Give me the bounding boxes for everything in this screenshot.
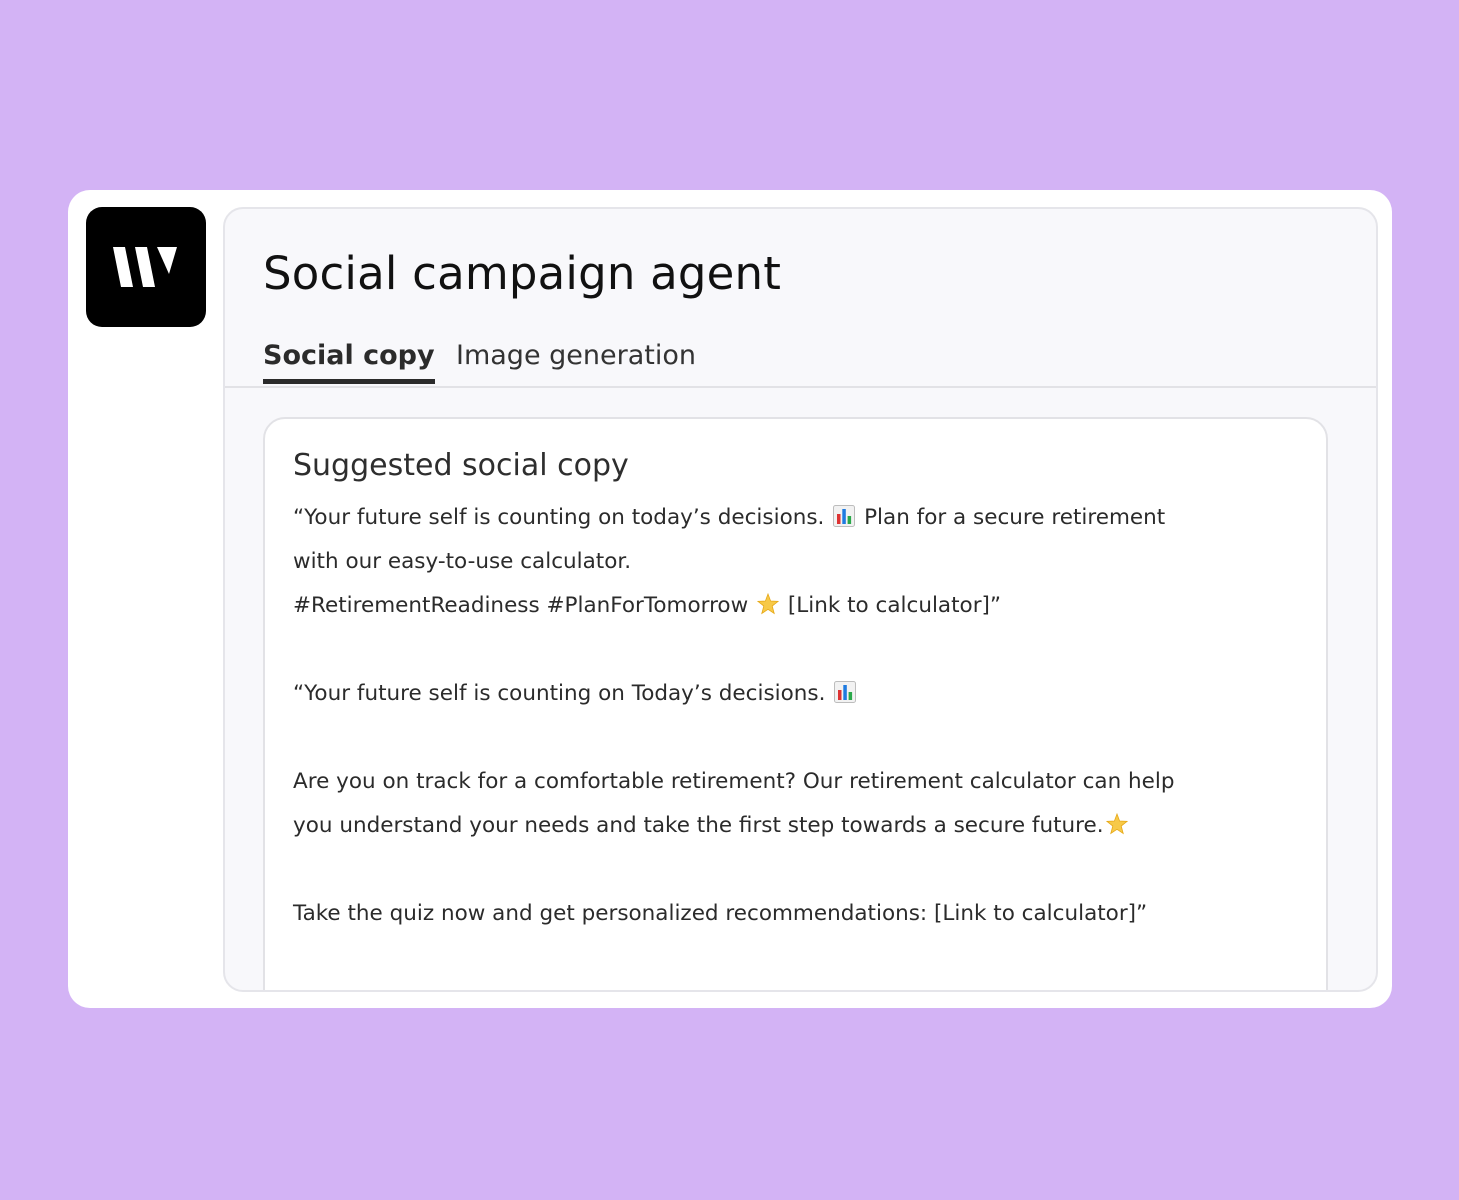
suggested-copy-card: Suggested social copy “Your future self … <box>263 417 1328 990</box>
copy-text: you understand your needs and take the f… <box>293 813 1104 838</box>
copy-line: #RetirementReadiness #PlanForTomorrow [L… <box>293 584 1293 628</box>
copy-line: Take the quiz now and get personalized r… <box>293 901 1148 926</box>
bar-chart-icon <box>834 681 857 703</box>
calculator-link-placeholder: [Link to calculator]” <box>787 593 1002 618</box>
agent-panel: Social campaign agent Social copy Image … <box>223 207 1378 992</box>
copy-line: “Your future self is counting on today’s… <box>293 496 1293 540</box>
hashtags: #RetirementReadiness #PlanForTomorrow <box>293 593 749 618</box>
copy-text: Plan for a secure retirement <box>864 505 1166 530</box>
w-logo-icon <box>113 247 177 287</box>
glowing-star-icon <box>1105 813 1128 835</box>
copy-line: with our easy-to-use calculator. <box>293 549 632 574</box>
glowing-star-icon <box>757 593 780 615</box>
card-heading: Suggested social copy <box>293 448 629 483</box>
tab-image-generation[interactable]: Image generation <box>456 340 696 379</box>
copy-line: you understand your needs and take the f… <box>293 804 1293 848</box>
copy-option-2-body: Are you on track for a comfortable retir… <box>293 760 1293 848</box>
copy-text: “Your future self is counting on Today’s… <box>293 681 826 706</box>
brand-logo <box>86 207 206 327</box>
copy-line: Are you on track for a comfortable retir… <box>293 769 1175 794</box>
suggested-copy-text: “Your future self is counting on today’s… <box>293 496 1293 980</box>
app-window: Social campaign agent Social copy Image … <box>68 190 1392 1008</box>
copy-option-1: “Your future self is counting on today’s… <box>293 496 1293 628</box>
bar-chart-icon <box>833 505 856 527</box>
copy-option-2-cta: Take the quiz now and get personalized r… <box>293 892 1293 936</box>
copy-text: “Your future self is counting on today’s… <box>293 505 825 530</box>
copy-line: “Your future self is counting on Today’s… <box>293 672 1293 716</box>
page-title: Social campaign agent <box>263 247 782 300</box>
copy-option-2: “Your future self is counting on Today’s… <box>293 672 1293 716</box>
tab-bar: Social copy Image generation <box>225 340 1376 388</box>
tab-social-copy[interactable]: Social copy <box>263 340 435 384</box>
